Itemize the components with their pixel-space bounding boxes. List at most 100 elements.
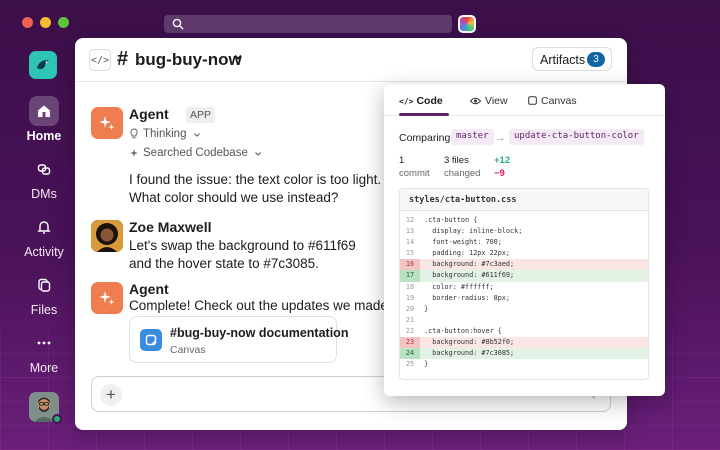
thinking-toggle[interactable]: Thinking — [129, 128, 205, 140]
code-line-added: 24 background: #7c3085; — [400, 348, 648, 360]
active-tab-indicator — [399, 113, 449, 116]
agent-avatar[interactable] — [91, 107, 123, 139]
rail-label-files: Files — [30, 303, 58, 317]
artifacts-label: Artifacts — [540, 53, 586, 67]
tab-code-label: Code — [416, 95, 443, 107]
artifacts-count-badge: 3 — [587, 52, 605, 67]
artifacts-button[interactable]: Artifacts 3 — [532, 47, 612, 71]
tab-code[interactable]: </> Code — [399, 95, 443, 107]
line-number: 15 — [405, 249, 415, 258]
rail-item-files[interactable]: Files — [14, 270, 74, 317]
comparing-label: Comparing — [399, 132, 451, 144]
message-text: Complete! Check out the updates we made: — [129, 298, 392, 313]
canvas-icon — [528, 96, 537, 105]
rail-label-more: More — [29, 361, 59, 375]
close-window-button[interactable] — [22, 17, 33, 28]
tab-view-label: View — [485, 95, 508, 107]
code-line: 12 .cta-button { — [400, 215, 648, 226]
line-number: 12 — [405, 216, 415, 224]
line-number: 14 — [405, 238, 415, 247]
base-branch[interactable]: master — [451, 129, 494, 145]
code-text: background: #8b52f0; — [420, 338, 515, 347]
rail-label-activity: Activity — [24, 245, 64, 259]
code-text: .cta-button { — [420, 216, 478, 224]
channel-header: </> # bug-buy-now Artifacts 3 — [75, 38, 627, 82]
searched-codebase-toggle[interactable]: Searched Codebase — [129, 147, 266, 159]
home-icon — [29, 96, 59, 126]
tab-view[interactable]: View — [469, 95, 508, 107]
workspace-logo[interactable] — [29, 51, 57, 79]
line-number: 21 — [405, 315, 415, 324]
minimize-window-button[interactable] — [40, 17, 51, 28]
files-label: changed — [444, 168, 481, 179]
eye-icon — [469, 97, 482, 105]
code-line: 13 display: inline-block; — [400, 226, 648, 237]
add-attachment-button[interactable]: + — [100, 384, 122, 406]
files-count: 3 files — [444, 155, 469, 166]
channel-name[interactable]: bug-buy-now — [135, 50, 242, 70]
app-badge: APP — [186, 107, 216, 123]
chevron-down-icon — [255, 152, 261, 156]
bird-icon — [37, 60, 49, 70]
chevron-down-icon — [193, 133, 200, 137]
code-icon[interactable]: </> — [89, 49, 111, 71]
code-diff: styles/cta-button.css 12 .cta-button {13… — [399, 188, 649, 380]
searched-codebase-label: Searched Codebase — [143, 147, 248, 159]
code-text: .cta-button:hover { — [420, 326, 502, 335]
code-line: 25 } — [400, 359, 648, 370]
canvas-card[interactable]: #bug-buy-now documentation Canvas — [129, 316, 348, 363]
zoom-window-button[interactable] — [58, 17, 69, 28]
code-text: border-radius: 8px; — [420, 293, 511, 302]
code-lines: 12 .cta-button {13 display: inline-block… — [400, 215, 648, 370]
message-text: I found the issue: the text color is too… — [129, 172, 382, 187]
code-text: } — [420, 360, 429, 369]
code-text: color: #ffffff; — [420, 282, 494, 291]
code-line: 14 font-weight: 700; — [400, 237, 648, 248]
zoe-avatar[interactable] — [91, 220, 123, 252]
search-bar[interactable] — [164, 15, 452, 33]
code-text: display: inline-block; — [420, 227, 523, 236]
code-text: background: #611f69; — [420, 271, 515, 280]
tab-canvas[interactable]: Canvas — [528, 95, 577, 107]
head-branch[interactable]: update-cta-button-color — [509, 129, 644, 145]
commit-label: commit — [399, 168, 430, 179]
sender-name[interactable]: Agent — [129, 106, 169, 122]
sender-name[interactable]: Zoe Maxwell — [129, 219, 211, 235]
code-line-removed: 16 background: #7c3aed; — [400, 259, 648, 271]
lines-removed: −9 — [494, 168, 505, 179]
code-text: } — [420, 304, 429, 313]
rail-item-home[interactable]: Home — [14, 96, 74, 143]
message-text: Let's swap the background to #611f69 — [129, 238, 356, 253]
code-line: 21 — [400, 315, 648, 326]
rail-item-dms[interactable]: DMs — [14, 154, 74, 201]
rail-label-dms: DMs — [31, 187, 57, 201]
line-number: 20 — [405, 304, 415, 313]
ai-assistant-button[interactable] — [458, 15, 476, 33]
agent-avatar[interactable] — [91, 282, 123, 314]
line-number: 18 — [405, 282, 415, 291]
code-icon: </> — [399, 97, 414, 106]
tab-canvas-label: Canvas — [541, 95, 577, 107]
code-text: background: #7c3aed; — [420, 260, 515, 269]
sender-name[interactable]: Agent — [129, 281, 169, 297]
line-number: 19 — [405, 293, 415, 302]
artifact-panel: </> Code View Canvas Comparing master → u… — [384, 84, 665, 396]
code-text: padding: 12px 22px; — [420, 249, 511, 258]
line-number: 17 — [400, 270, 420, 282]
message-text: and the hover state to #7c3085. — [129, 256, 319, 271]
commit-count: 1 — [399, 155, 405, 166]
rail-item-activity[interactable]: Activity — [14, 212, 74, 259]
code-line: 19 border-radius: 8px; — [400, 293, 648, 304]
rail-item-more[interactable]: More — [14, 328, 74, 375]
dms-icon — [29, 154, 59, 184]
canvas-icon — [140, 329, 162, 351]
arrow-icon: → — [495, 132, 506, 144]
line-number: 23 — [400, 337, 420, 349]
code-line-added: 17 background: #611f69; — [400, 270, 648, 282]
line-number: 22 — [405, 326, 415, 335]
sparkle-icon — [99, 291, 115, 305]
lines-added: +12 — [494, 155, 511, 166]
chevron-down-icon[interactable] — [233, 52, 243, 62]
rail-label-home: Home — [26, 129, 62, 143]
